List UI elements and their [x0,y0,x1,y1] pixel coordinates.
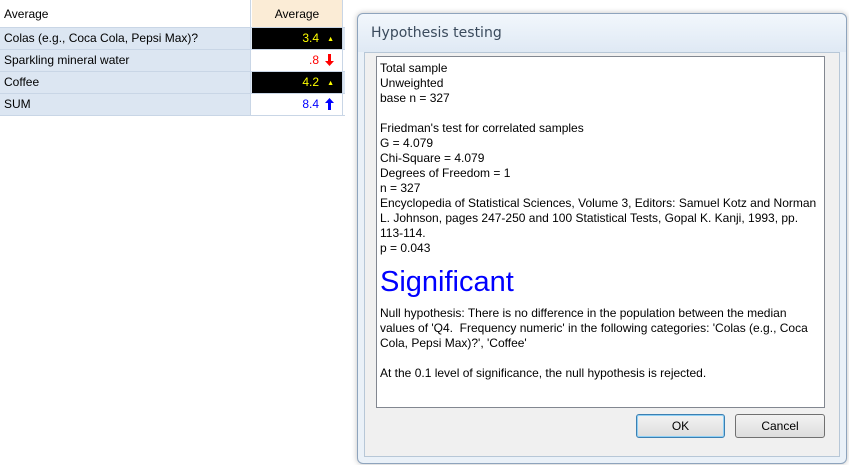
p-value: p = 0.043 [380,241,431,255]
results-textbox[interactable]: Total sample Unweighted base n = 327 Fri… [376,56,825,408]
row-value: .8 [308,53,319,67]
table-row[interactable]: Coffee 4.2 ▲ [0,72,345,94]
down-arrow-icon [325,50,334,71]
conclusion-text: At the 0.1 level of significance, the nu… [380,366,707,380]
up-small-arrow-icon: ▲ [327,36,334,43]
null-hypothesis-text: Null hypothesis: There is no difference … [380,306,812,350]
significant-label: Significant [380,266,514,298]
row-value-cell: 8.4 [252,94,343,115]
text-line: n = 327 [380,181,421,195]
row-value-cell: 3.4 ▲ [252,28,343,49]
text-line: Unweighted [380,76,444,90]
table-row[interactable]: SUM 8.4 [0,94,345,116]
ok-button[interactable]: OK [636,414,725,438]
up-arrow-icon [325,94,334,115]
dialog-title: Hypothesis testing [371,25,502,41]
text-line: Friedman's test for correlated samples [380,121,584,135]
row-value: 3.4 [302,31,319,45]
results-text: Total sample Unweighted base n = 327 Fri… [380,61,820,381]
table-row[interactable]: Colas (e.g., Coca Cola, Pepsi Max)? 3.4 … [0,28,345,50]
table-header-row: Average Average [0,0,345,28]
header-column-average[interactable]: Average [252,0,343,27]
row-label: Colas (e.g., Coca Cola, Pepsi Max)? [0,28,251,49]
cancel-button[interactable]: Cancel [735,414,825,438]
row-value: 8.4 [302,97,319,111]
text-line [380,106,820,121]
text-line: Chi-Square = 4.079 [380,151,485,165]
text-line: Degrees of Freedom = 1 [380,166,511,180]
row-label: Coffee [0,72,251,93]
row-value: 4.2 [302,75,319,89]
text-line: base n = 327 [380,91,450,105]
hypothesis-testing-dialog: Hypothesis testing Total sample Unweight… [357,13,847,464]
row-value-cell: .8 [252,50,343,71]
row-value-cell: 4.2 ▲ [252,72,343,93]
text-line [380,351,820,366]
text-line: G = 4.079 [380,136,434,150]
text-line: Total sample [380,61,448,75]
table-row[interactable]: Sparkling mineral water .8 [0,50,345,72]
dialog-titlebar[interactable]: Hypothesis testing [358,14,846,52]
header-label: Average [0,0,251,27]
row-label: Sparkling mineral water [0,50,251,71]
up-small-arrow-icon: ▲ [327,80,334,87]
row-label: SUM [0,94,251,115]
reference-text: Encyclopedia of Statistical Sciences, Vo… [380,196,820,240]
